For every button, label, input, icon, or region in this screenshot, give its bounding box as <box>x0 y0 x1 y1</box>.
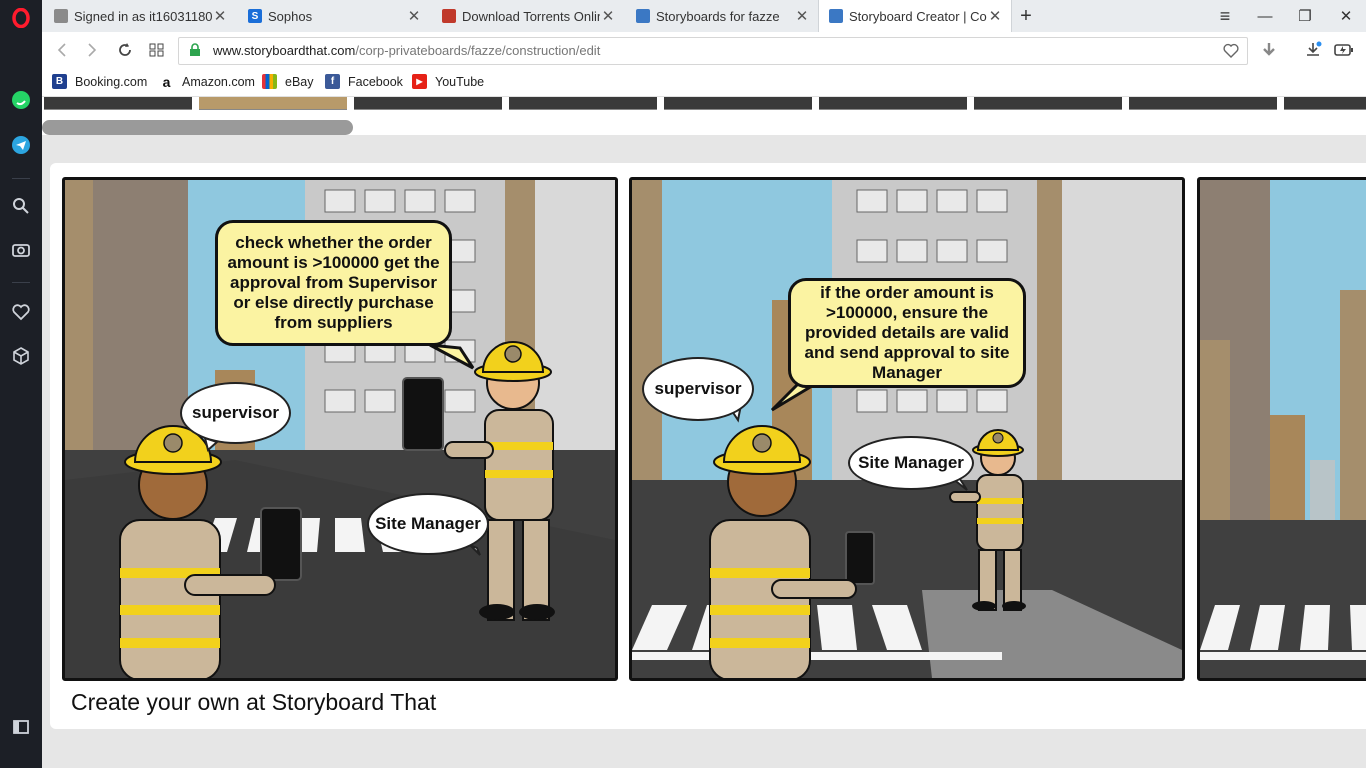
close-tab-icon[interactable]: ✕ <box>987 7 1003 25</box>
tab-signed-in[interactable]: Signed in as it16031180 ✕ <box>44 0 236 32</box>
url-field[interactable]: www.storyboardthat.com/corp-privateboard… <box>178 37 1248 65</box>
downloads-icon[interactable] <box>1303 40 1323 60</box>
bookmark-facebook[interactable]: f Facebook <box>325 74 403 89</box>
label-bubble-supervisor[interactable]: supervisor <box>642 357 754 421</box>
speech-bubble-supervisor[interactable]: check whether the order amount is >10000… <box>215 220 452 346</box>
storyboardthat-icon <box>636 9 650 23</box>
amazon-icon: a <box>159 74 174 90</box>
cell-thumbnail[interactable] <box>1284 97 1366 110</box>
telegram-icon[interactable] <box>11 135 31 155</box>
cell-2-scene <box>632 180 1182 678</box>
sophos-icon: S <box>248 9 262 23</box>
speech-bubble-supervisor[interactable]: if the order amount is >100000, ensure t… <box>788 278 1026 388</box>
bookmark-amazon[interactable]: a Amazon.com <box>159 74 255 90</box>
minimize-button[interactable]: — <box>1245 0 1285 32</box>
whatsapp-icon[interactable] <box>11 90 31 110</box>
label-bubble-site-manager[interactable]: Site Manager <box>848 436 974 490</box>
page-content: check whether the order amount is >10000… <box>42 97 1366 768</box>
search-icon[interactable] <box>11 196 31 216</box>
tab-torrents[interactable]: Download Torrents Online ✕ <box>432 0 624 32</box>
speed-dial-grid-icon[interactable] <box>147 40 167 60</box>
tab-menu-button[interactable]: ≡ <box>1205 0 1245 32</box>
cell-thumbnail[interactable] <box>974 97 1122 110</box>
tab-storyboards-fazze[interactable]: Storyboards for fazze ✕ <box>626 0 818 32</box>
cell-thumbnail[interactable] <box>354 97 502 110</box>
close-window-button[interactable]: ✕ <box>1326 0 1366 32</box>
cell-3-scene <box>1200 180 1366 678</box>
opera-download-arrow-icon[interactable] <box>1259 40 1279 60</box>
opera-logo-icon[interactable] <box>11 8 31 28</box>
cell-thumbnail[interactable] <box>1129 97 1277 110</box>
storyboard-cell-3[interactable] <box>1197 177 1366 681</box>
extensions-cube-icon[interactable] <box>11 346 31 366</box>
storyboard-cell-1[interactable]: check whether the order amount is >10000… <box>62 177 618 681</box>
back-button[interactable] <box>52 40 72 60</box>
bookmarks-bar: B Booking.com a Amazon.com eBay f Facebo… <box>42 68 1366 97</box>
reload-icon[interactable] <box>115 40 135 60</box>
cell-thumbnail[interactable] <box>44 97 192 110</box>
url-text: www.storyboardthat.com/corp-privateboard… <box>213 43 601 58</box>
close-tab-icon[interactable]: ✕ <box>794 7 810 25</box>
facebook-icon: f <box>325 74 340 89</box>
close-tab-icon[interactable]: ✕ <box>406 7 422 25</box>
tab-bar: Signed in as it16031180 ✕ S Sophos ✕ Dow… <box>42 0 1366 33</box>
storyboard-cell-2[interactable]: if the order amount is >100000, ensure t… <box>629 177 1185 681</box>
heart-bookmark-icon[interactable] <box>1223 43 1239 63</box>
battery-saver-icon[interactable] <box>1334 40 1354 60</box>
ebay-icon <box>262 74 277 89</box>
storyboard-footer-caption[interactable]: Create your own at Storyboard That <box>71 689 436 716</box>
label-bubble-site-manager[interactable]: Site Manager <box>367 493 489 555</box>
restore-button[interactable]: ❐ <box>1285 0 1325 32</box>
new-tab-button[interactable]: + <box>1006 0 1046 32</box>
storyboard-preview: check whether the order amount is >10000… <box>50 163 1366 729</box>
cell-thumbnail[interactable] <box>199 97 347 110</box>
lock-icon <box>189 43 201 62</box>
torrent-site-icon <box>442 9 456 23</box>
bookmark-ebay[interactable]: eBay <box>262 74 314 89</box>
tab-storyboard-creator[interactable]: Storyboard Creator | Comi ✕ <box>818 0 1012 32</box>
tab-sophos[interactable]: S Sophos ✕ <box>238 0 430 32</box>
youtube-icon: ▶ <box>412 74 427 89</box>
heart-bookmarks-icon[interactable] <box>11 302 31 322</box>
forward-button[interactable] <box>82 40 102 60</box>
cell-thumbnail[interactable] <box>509 97 657 110</box>
label-bubble-supervisor[interactable]: supervisor <box>180 382 291 444</box>
close-tab-icon[interactable]: ✕ <box>212 7 228 25</box>
bookmark-booking[interactable]: B Booking.com <box>52 74 147 89</box>
document-icon <box>54 9 68 23</box>
storyboardthat-icon <box>829 9 843 23</box>
booking-icon: B <box>52 74 67 89</box>
camera-snapshot-icon[interactable] <box>11 240 31 260</box>
cell-thumbnail[interactable] <box>819 97 967 110</box>
cell-thumbnail-strip <box>42 97 1366 110</box>
sidebar-toggle-icon[interactable] <box>11 717 31 737</box>
horizontal-scrollbar[interactable] <box>42 110 1366 135</box>
cell-thumbnail[interactable] <box>664 97 812 110</box>
address-bar-row: www.storyboardthat.com/corp-privateboard… <box>42 32 1366 68</box>
opera-sidebar <box>0 0 42 768</box>
close-tab-icon[interactable]: ✕ <box>600 7 616 25</box>
scrollbar-thumb[interactable] <box>42 120 353 135</box>
bookmark-youtube[interactable]: ▶ YouTube <box>412 74 484 89</box>
